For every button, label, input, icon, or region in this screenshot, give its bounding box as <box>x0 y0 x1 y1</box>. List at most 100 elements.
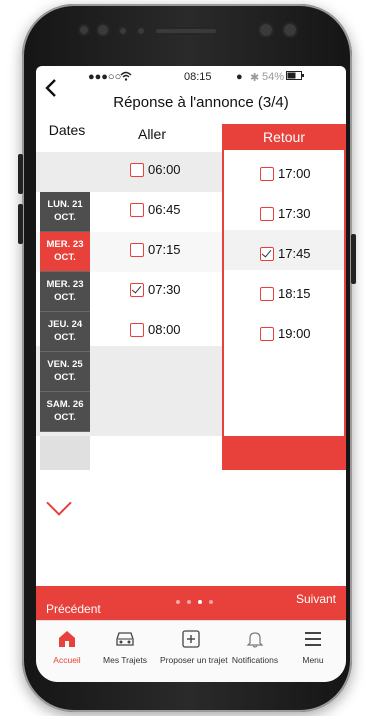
pagination-bar: Précédent Suivant <box>36 586 346 620</box>
tab-label: Menu <box>302 655 324 665</box>
retour-time: 18:15 <box>278 286 311 301</box>
car-icon <box>94 627 156 651</box>
retour-checkbox[interactable] <box>260 206 274 221</box>
date-month: OCT. <box>54 212 76 223</box>
retour-checkbox-checked[interactable] <box>260 246 274 261</box>
retour-checkbox[interactable] <box>260 166 274 181</box>
page-dot <box>176 600 180 604</box>
status-bar: ●●●○○ 08:15 ● ✱ 54% <box>36 66 346 88</box>
speaker-grille <box>156 29 216 33</box>
tab-notifications[interactable]: Notifications <box>224 627 286 665</box>
page-indicator <box>176 600 213 604</box>
date-day: JEU. 24 <box>47 319 83 330</box>
aller-slot[interactable]: 06:00 <box>130 162 181 177</box>
retour-time: 17:00 <box>278 166 311 181</box>
aller-time: 07:30 <box>148 282 181 297</box>
iris-scanner <box>284 24 296 36</box>
volume-down-button <box>18 204 23 244</box>
bluetooth-icon: ✱ <box>250 72 260 84</box>
retour-slot[interactable]: 17:30 <box>260 206 311 221</box>
retour-slot[interactable]: 18:15 <box>260 286 311 301</box>
tab-accueil[interactable]: Accueil <box>36 627 98 665</box>
retour-time: 17:45 <box>278 246 311 261</box>
date-month: OCT. <box>54 372 76 383</box>
sensor-dot <box>138 28 144 34</box>
date-cell[interactable]: MER. 23 OCT. <box>40 272 90 312</box>
retour-checkbox[interactable] <box>260 286 274 301</box>
retour-slot[interactable]: 17:45 <box>260 246 311 261</box>
page-dot <box>209 600 213 604</box>
sensor-dot <box>120 28 126 34</box>
clock: 08:15 <box>184 71 212 83</box>
retour-time: 17:30 <box>278 206 311 221</box>
date-cell-selected[interactable]: MER. 23 OCT. <box>40 232 90 272</box>
retour-panel-footer <box>222 436 346 470</box>
power-button <box>351 234 356 284</box>
aller-time: 08:00 <box>148 322 181 337</box>
page-dot-active <box>198 600 202 604</box>
date-cell[interactable]: LUN. 21 OCT. <box>40 192 90 232</box>
previous-button[interactable]: Précédent <box>46 602 101 616</box>
tab-label: Mes Trajets <box>103 655 147 665</box>
chevron-left-icon <box>45 79 56 97</box>
date-day: VEN. 25 <box>47 359 83 370</box>
tab-label: Proposer un trajet <box>160 655 228 665</box>
tab-bar: Accueil Mes Trajets Proposer un trajet N… <box>36 620 346 682</box>
chevron-down-icon[interactable] <box>46 490 72 516</box>
date-month: OCT. <box>54 332 76 343</box>
aller-checkbox[interactable] <box>130 322 144 337</box>
date-month: OCT. <box>54 292 76 303</box>
iris-scanner <box>260 24 272 36</box>
date-cell[interactable]: SAM. 26 OCT. <box>40 392 90 432</box>
aller-checkbox[interactable] <box>130 162 144 177</box>
tab-label: Notifications <box>231 655 279 665</box>
bell-icon <box>224 627 286 651</box>
date-month: OCT. <box>54 412 76 423</box>
date-column-filler <box>40 436 90 470</box>
aller-slot[interactable]: 06:45 <box>130 202 181 217</box>
tab-mes-trajets[interactable]: Mes Trajets <box>94 627 156 665</box>
aller-slot[interactable]: 08:00 <box>130 322 181 337</box>
signal-indicator: ●●●○○ <box>88 71 122 83</box>
date-day: MER. 23 <box>46 279 84 290</box>
aller-time: 07:15 <box>148 242 181 257</box>
aller-checkbox[interactable] <box>130 242 144 257</box>
aller-slot[interactable]: 07:30 <box>130 282 181 297</box>
date-day: SAM. 26 <box>46 399 84 410</box>
aller-time: 06:45 <box>148 202 181 217</box>
date-day: MER. 23 <box>46 239 84 250</box>
next-button[interactable]: Suivant <box>296 592 336 606</box>
retour-header-label: Retour <box>262 129 306 145</box>
page-dot <box>187 600 191 604</box>
battery-percent: 54% <box>262 71 285 83</box>
aller-slot[interactable]: 07:15 <box>130 242 181 257</box>
date-cell[interactable]: JEU. 24 OCT. <box>40 312 90 352</box>
tab-menu[interactable]: Menu <box>282 627 344 665</box>
sensor-dot <box>80 26 88 34</box>
tab-label: Accueil <box>53 655 81 665</box>
battery-icon <box>286 71 304 83</box>
retour-slot[interactable]: 19:00 <box>260 326 311 341</box>
wifi-icon <box>120 71 132 84</box>
aller-checkbox-checked[interactable] <box>130 282 144 297</box>
date-month: OCT. <box>54 252 76 263</box>
aller-checkbox[interactable] <box>130 202 144 217</box>
aller-column-header: Aller <box>137 126 166 142</box>
retour-column-header: Retour <box>222 124 346 150</box>
retour-checkbox[interactable] <box>260 326 274 341</box>
row-band <box>36 152 222 192</box>
front-camera <box>98 25 108 35</box>
retour-slot[interactable]: 17:00 <box>260 166 311 181</box>
back-button[interactable] <box>44 76 58 102</box>
home-icon <box>36 627 98 651</box>
dates-column-header: Dates <box>48 122 86 138</box>
app-screen: ●●●○○ 08:15 ● ✱ 54% Réponse à l'annonce … <box>36 66 346 682</box>
date-day: LUN. 21 <box>47 199 83 210</box>
tab-proposer-trajet[interactable]: Proposer un trajet <box>160 627 228 665</box>
retour-time: 19:00 <box>278 326 311 341</box>
date-cell[interactable]: VEN. 25 OCT. <box>40 352 90 392</box>
plus-box-icon <box>160 627 222 651</box>
volume-up-button <box>18 154 23 194</box>
menu-icon <box>282 627 344 651</box>
page-title: Réponse à l'annonce (3/4) <box>113 94 289 111</box>
